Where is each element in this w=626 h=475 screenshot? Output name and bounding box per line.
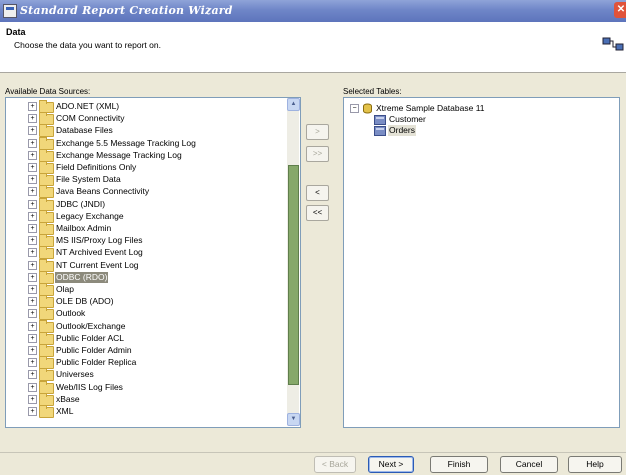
- plus-box-icon[interactable]: +: [28, 321, 37, 331]
- tree-item-label: Mailbox Admin: [56, 223, 112, 233]
- tree-item-label: Exchange 5.5 Message Tracking Log: [56, 137, 196, 148]
- scroll-down-icon[interactable]: ▼: [287, 413, 300, 426]
- tree-item-label: Exchange Message Tracking Log: [56, 149, 182, 160]
- tree-item-label: JDBC (JNDI): [56, 198, 106, 209]
- available-scrollbar[interactable]: ▲ ▼: [287, 98, 300, 426]
- plus-box-icon[interactable]: +: [28, 163, 37, 172]
- plus-box-icon[interactable]: +: [28, 297, 37, 307]
- tree-item-label: XML: [56, 406, 74, 416]
- plus-box-icon[interactable]: +: [28, 236, 37, 246]
- plus-box-icon[interactable]: +: [28, 394, 37, 404]
- plus-box-icon[interactable]: +: [28, 260, 37, 270]
- tree-item-label: Public Folder Replica: [56, 357, 137, 368]
- database-label: Xtreme Sample Database 11: [376, 103, 485, 113]
- tree-item-label: NT Current Event Log: [56, 259, 139, 270]
- plus-box-icon[interactable]: +: [28, 285, 37, 294]
- help-button[interactable]: Help: [568, 456, 622, 473]
- wizard-header: Data Choose the data you want to report …: [0, 22, 626, 73]
- wizard-icon: [602, 37, 624, 51]
- tree-item-label: File System Data: [56, 174, 121, 185]
- tree-item-label: OLE DB (ADO): [56, 296, 114, 307]
- table-icon: [374, 126, 386, 136]
- selected-tables-label: Selected Tables:: [343, 87, 402, 96]
- plus-box-icon[interactable]: +: [28, 114, 37, 124]
- plus-box-icon[interactable]: +: [28, 187, 37, 197]
- plus-box-icon[interactable]: +: [28, 333, 37, 343]
- scroll-up-icon[interactable]: ▲: [287, 98, 300, 111]
- tree-item-label: Outlook/Exchange: [56, 320, 126, 331]
- window-title: Standard Report Creation Wizard: [20, 4, 233, 17]
- plus-box-icon[interactable]: +: [28, 126, 37, 136]
- plus-box-icon[interactable]: +: [28, 370, 37, 380]
- plus-box-icon[interactable]: +: [28, 407, 37, 416]
- plus-box-icon[interactable]: +: [28, 272, 37, 282]
- remove-button[interactable]: <: [306, 185, 329, 201]
- plus-box-icon[interactable]: +: [28, 309, 37, 319]
- tree-item-label: Java Beans Connectivity: [56, 186, 150, 197]
- page-subtitle: Choose the data you want to report on.: [14, 40, 161, 50]
- title-bar: Standard Report Creation Wizard ✕: [0, 0, 626, 22]
- minus-box-icon[interactable]: −: [350, 104, 359, 113]
- cancel-button[interactable]: Cancel: [500, 456, 558, 473]
- finish-button[interactable]: Finish: [430, 456, 488, 473]
- table-label: Customer: [389, 114, 426, 124]
- plus-box-icon[interactable]: +: [28, 224, 37, 233]
- tree-item-label: Public Folder ACL: [56, 332, 125, 343]
- app-icon: [3, 4, 17, 18]
- add-all-button[interactable]: >>: [306, 146, 329, 162]
- tree-item-label: xBase: [56, 393, 80, 404]
- tree-item-label: Universes: [56, 369, 94, 380]
- tree-item-label: Database Files: [56, 125, 113, 136]
- footer-divider: [0, 452, 626, 453]
- remove-all-button[interactable]: <<: [306, 205, 329, 221]
- database-icon: [363, 103, 372, 114]
- selected-tables-tree[interactable]: − Xtreme Sample Database 11 Customer Ord…: [343, 97, 620, 428]
- next-button[interactable]: Next >: [368, 456, 414, 473]
- close-icon[interactable]: ✕: [614, 2, 626, 18]
- folder-icon: [39, 405, 54, 418]
- plus-box-icon[interactable]: +: [28, 382, 37, 392]
- tree-item-label: Legacy Exchange: [56, 210, 124, 221]
- plus-box-icon[interactable]: +: [28, 358, 37, 368]
- tree-item-label: COM Connectivity: [56, 113, 125, 124]
- back-button[interactable]: < Back: [314, 456, 356, 473]
- plus-box-icon[interactable]: +: [28, 199, 37, 209]
- tree-item-label: NT Archived Event Log: [56, 247, 143, 258]
- tree-item-label: Field Definitions Only: [56, 162, 137, 172]
- plus-box-icon[interactable]: +: [28, 248, 37, 258]
- tree-item-label: MS IIS/Proxy Log Files: [56, 235, 143, 246]
- tree-item-label: Web/IIS Log Files: [56, 381, 123, 392]
- plus-box-icon[interactable]: +: [28, 102, 37, 111]
- plus-box-icon[interactable]: +: [28, 150, 37, 160]
- table-label: Orders: [388, 125, 416, 136]
- table-icon: [374, 115, 386, 125]
- tree-item-label: Olap: [56, 284, 74, 294]
- plus-box-icon[interactable]: +: [28, 138, 37, 148]
- plus-box-icon[interactable]: +: [28, 211, 37, 221]
- plus-box-icon[interactable]: +: [28, 175, 37, 185]
- add-button[interactable]: >: [306, 124, 329, 140]
- tree-item-label: Outlook: [56, 308, 86, 319]
- tree-item-label: ODBC (RDO): [55, 271, 109, 283]
- plus-box-icon[interactable]: +: [28, 346, 37, 355]
- available-sources-label: Available Data Sources:: [5, 87, 91, 96]
- available-sources-list[interactable]: + ADO.NET (XML) + COM Connectivity + Database…: [5, 97, 301, 428]
- scroll-thumb[interactable]: [288, 165, 299, 385]
- tree-item-label: ADO.NET (XML): [56, 101, 120, 111]
- tree-item-label: Public Folder Admin: [56, 345, 132, 355]
- page-title: Data: [6, 27, 26, 37]
